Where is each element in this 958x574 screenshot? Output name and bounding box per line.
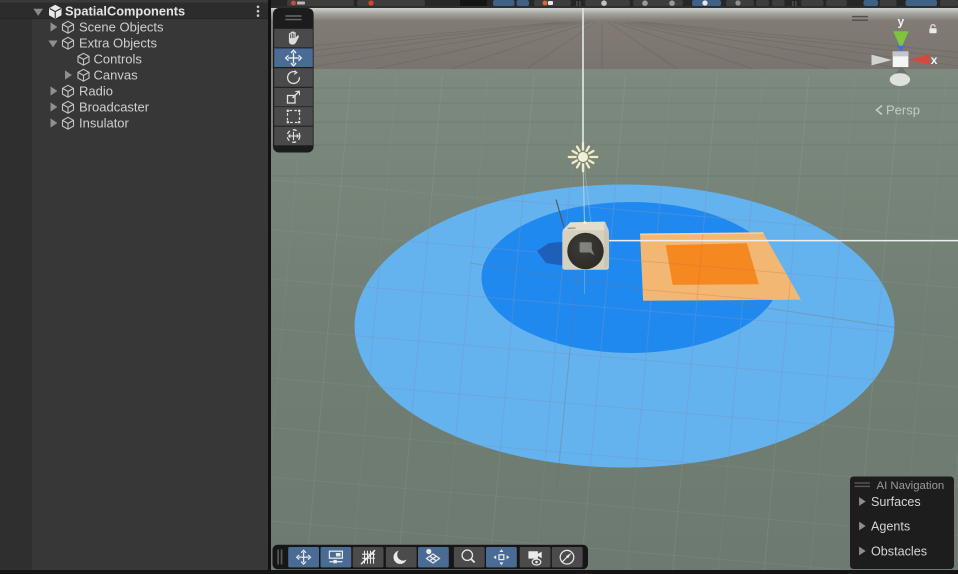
- svg-text:Agents: Agents: [871, 520, 910, 534]
- svg-text:Scene Objects: Scene Objects: [79, 19, 164, 34]
- svg-text:Controls: Controls: [94, 51, 143, 66]
- svg-text:Surfaces: Surfaces: [871, 495, 921, 509]
- svg-text:x: x: [931, 53, 938, 67]
- svg-text:Extra Objects: Extra Objects: [79, 35, 158, 50]
- svg-text:Obstacles: Obstacles: [871, 545, 927, 559]
- svg-text:AI Navigation: AI Navigation: [877, 480, 945, 492]
- svg-text:Persp: Persp: [886, 103, 920, 118]
- svg-text:SpatialComponents: SpatialComponents: [65, 4, 185, 19]
- svg-text:Radio: Radio: [79, 83, 113, 98]
- svg-text:Canvas: Canvas: [94, 67, 139, 82]
- svg-text:Insulator: Insulator: [79, 115, 130, 130]
- svg-text:Broadcaster: Broadcaster: [79, 99, 150, 114]
- svg-text:y: y: [898, 15, 905, 29]
